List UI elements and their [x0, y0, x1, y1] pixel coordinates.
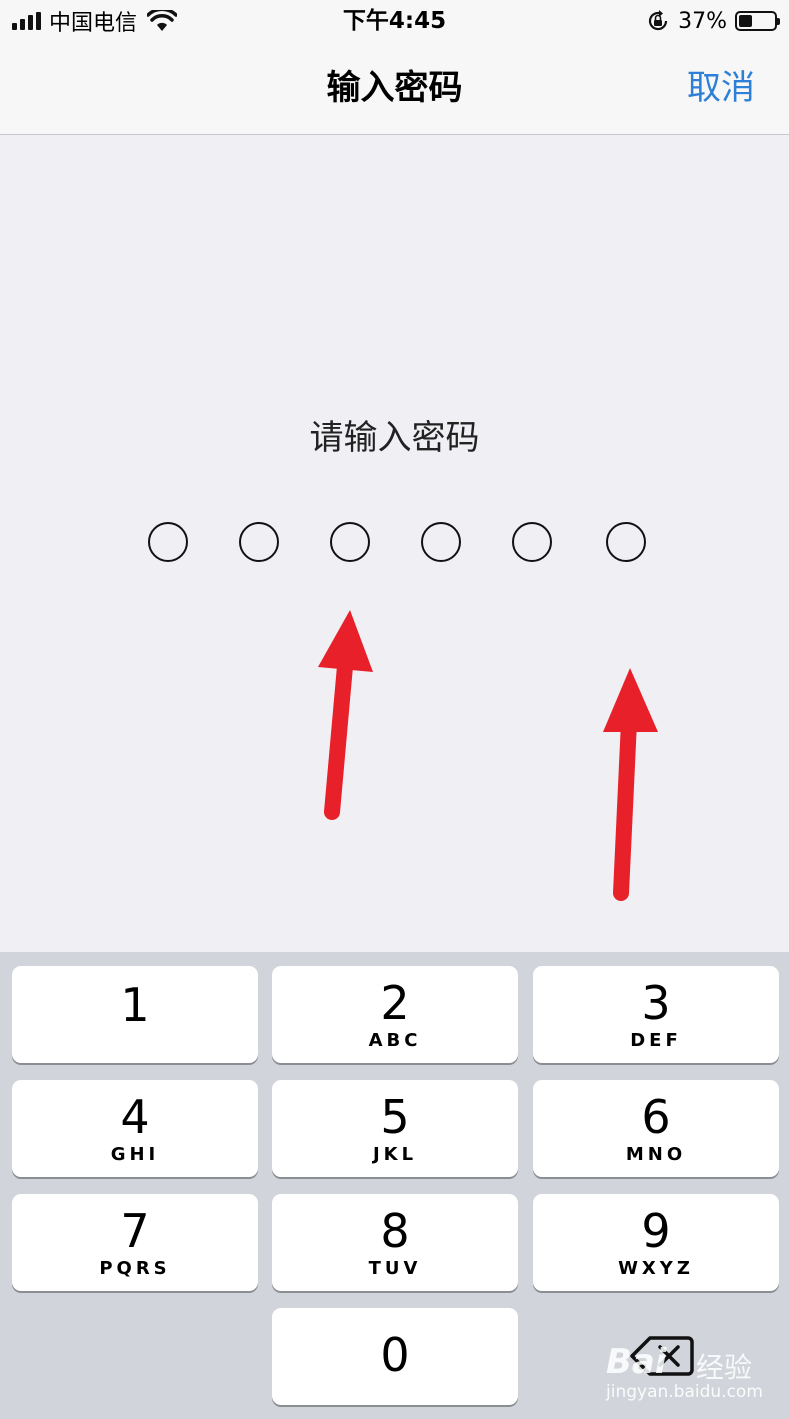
key-digit: 3 — [641, 976, 671, 1030]
key-digit: 8 — [380, 1204, 410, 1258]
nav-bar: 输入密码 取消 — [0, 44, 789, 135]
key-5[interactable]: 5 JKL — [272, 1080, 518, 1177]
passcode-dot — [512, 522, 552, 562]
key-2[interactable]: 2 ABC — [272, 966, 518, 1063]
passcode-dot — [239, 522, 279, 562]
key-1[interactable]: 1 — [12, 966, 258, 1063]
passcode-prompt: 请输入密码 — [309, 418, 480, 458]
key-letters: GHI — [110, 1144, 160, 1165]
passcode-dots — [0, 522, 789, 564]
key-digit: 5 — [380, 1090, 410, 1144]
backspace-icon — [630, 1336, 694, 1376]
key-7[interactable]: 7 PQRS — [12, 1194, 258, 1291]
key-digit: 9 — [641, 1204, 671, 1258]
key-digit: 7 — [120, 1204, 150, 1258]
key-4[interactable]: 4 GHI — [12, 1080, 258, 1177]
key-letters: PQRS — [99, 1258, 171, 1279]
key-digit: 0 — [380, 1328, 410, 1382]
annotation-arrow-right — [603, 668, 658, 901]
key-3[interactable]: 3 DEF — [533, 966, 779, 1063]
key-letters: MNO — [625, 1144, 687, 1165]
key-letters: DEF — [630, 1030, 682, 1051]
delete-button[interactable] — [560, 1320, 770, 1400]
annotation-arrow-left — [318, 610, 373, 820]
key-digit: 2 — [380, 976, 410, 1030]
key-digit: 4 — [120, 1090, 150, 1144]
key-letters: JKL — [372, 1144, 418, 1165]
orientation-lock-icon — [649, 10, 668, 31]
annotation-arrows — [318, 610, 658, 901]
key-letters: ABC — [368, 1030, 422, 1051]
key-6[interactable]: 6 MNO — [533, 1080, 779, 1177]
battery-percent: 37% — [678, 8, 727, 34]
key-8[interactable]: 8 TUV — [272, 1194, 518, 1291]
key-letters: WXYZ — [618, 1258, 694, 1279]
key-9[interactable]: 9 WXYZ — [533, 1194, 779, 1291]
status-right: 37% — [646, 6, 780, 36]
passcode-dot — [421, 522, 461, 562]
battery-icon — [735, 11, 780, 31]
cancel-button[interactable]: 取消 — [687, 66, 755, 110]
status-bar: 中国电信 下午4:45 37% — [0, 0, 789, 44]
passcode-dot — [606, 522, 646, 562]
passcode-dot — [148, 522, 188, 562]
key-letters: TUV — [368, 1258, 422, 1279]
key-digit: 6 — [641, 1090, 671, 1144]
key-digit: 1 — [120, 978, 150, 1032]
battery-level-fill — [739, 15, 752, 27]
page-title: 输入密码 — [326, 68, 463, 108]
passcode-dot — [330, 522, 370, 562]
key-0[interactable]: 0 — [272, 1308, 518, 1405]
